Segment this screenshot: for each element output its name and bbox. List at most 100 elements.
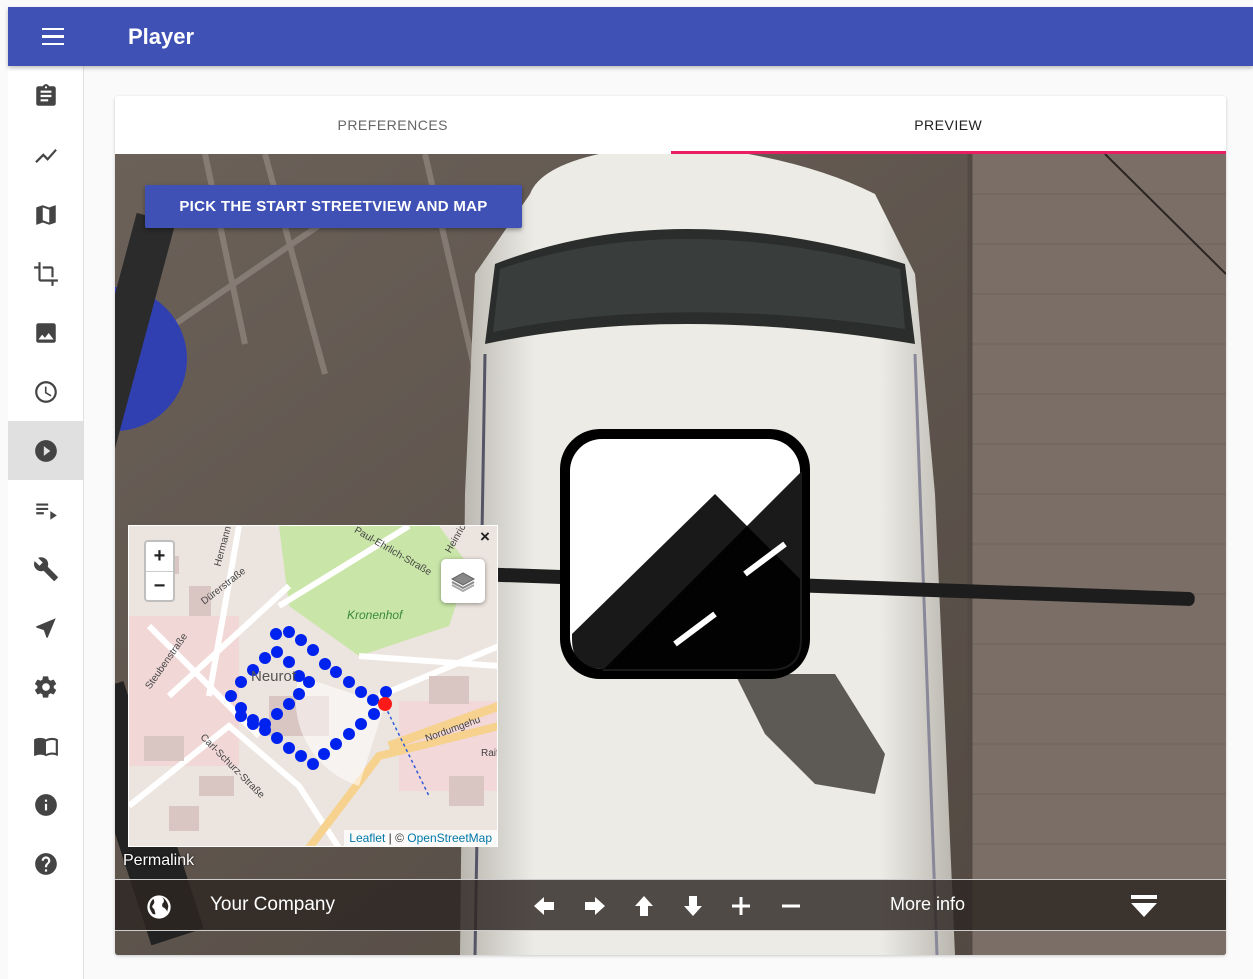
map-close-button[interactable]: × xyxy=(476,527,494,546)
move-left-button[interactable] xyxy=(530,892,558,920)
route-point[interactable] xyxy=(271,708,283,720)
help-icon xyxy=(35,852,57,875)
arrow-up-icon xyxy=(635,896,653,916)
zoom-in-button[interactable] xyxy=(727,892,755,920)
route-point[interactable] xyxy=(367,694,379,706)
hamburger-menu-icon[interactable] xyxy=(8,7,98,66)
route-point[interactable] xyxy=(259,652,271,664)
clipboard-icon xyxy=(36,84,56,106)
gear-icon xyxy=(34,675,57,698)
route-point[interactable] xyxy=(283,626,295,638)
play-circle-icon xyxy=(35,439,57,462)
image-icon xyxy=(36,322,56,343)
sidebar-item-player[interactable] xyxy=(8,421,84,480)
sidebar-item-clipboard[interactable] xyxy=(8,66,84,126)
sidebar-item-docs[interactable] xyxy=(8,716,84,775)
map-attribution: Leaflet | © OpenStreetMap xyxy=(344,830,497,846)
route-point[interactable] xyxy=(295,634,307,646)
route-point[interactable] xyxy=(293,688,305,700)
route-point[interactable] xyxy=(343,728,355,740)
info-icon xyxy=(35,793,57,816)
page-title: Player xyxy=(128,23,195,49)
move-down-button[interactable] xyxy=(679,892,707,920)
route-point[interactable] xyxy=(295,750,307,762)
arrow-down-icon xyxy=(684,896,702,916)
route-point[interactable] xyxy=(235,676,247,688)
route-point[interactable] xyxy=(330,738,342,750)
route-point[interactable] xyxy=(247,718,259,730)
map-label-place: Kronenhof xyxy=(347,608,403,622)
move-right-button[interactable] xyxy=(581,892,609,920)
route-point[interactable] xyxy=(283,656,295,668)
route-point[interactable] xyxy=(318,748,330,760)
more-info-button[interactable]: More info xyxy=(890,894,965,915)
layers-icon xyxy=(450,572,476,593)
route-point[interactable] xyxy=(270,628,282,640)
sidebar-item-navigation[interactable] xyxy=(8,598,84,657)
collapse-panel-button[interactable] xyxy=(1129,893,1159,924)
leaflet-link[interactable]: Leaflet xyxy=(349,831,385,845)
route-point[interactable] xyxy=(271,646,283,658)
sidebar-item-help[interactable] xyxy=(8,834,84,893)
map-layers-button[interactable] xyxy=(441,559,485,603)
collapse-down-icon xyxy=(1131,895,1157,917)
route-point[interactable] xyxy=(283,742,295,754)
route-point[interactable] xyxy=(225,690,237,702)
map-zoom-in-button[interactable]: + xyxy=(146,542,173,571)
route-point[interactable] xyxy=(283,698,295,710)
sidebar-item-settings[interactable] xyxy=(8,657,84,716)
globe-icon[interactable] xyxy=(145,893,173,926)
arrow-right-icon xyxy=(585,897,605,915)
book-open-icon xyxy=(34,737,58,756)
sidebar-item-about[interactable] xyxy=(8,775,84,834)
move-up-button[interactable] xyxy=(630,892,658,920)
map-zoom-control: + − xyxy=(144,540,175,602)
route-point[interactable] xyxy=(259,718,271,730)
playlist-icon xyxy=(36,503,57,520)
route-point[interactable] xyxy=(319,658,331,670)
route-point[interactable] xyxy=(330,666,342,678)
map-label-district: Neurot xyxy=(251,668,297,685)
pick-start-streetview-button[interactable]: PICK THE START STREETVIEW AND MAP xyxy=(145,185,522,228)
route-point[interactable] xyxy=(307,758,319,770)
route-point[interactable] xyxy=(380,686,392,698)
chart-line-icon xyxy=(35,148,57,163)
route-point[interactable] xyxy=(303,676,315,688)
route-point[interactable] xyxy=(343,676,355,688)
tab-preview[interactable]: PREVIEW xyxy=(671,96,1227,154)
company-name: Your Company xyxy=(210,894,335,915)
sidebar-nav xyxy=(8,66,84,979)
route-point[interactable] xyxy=(271,732,283,744)
sidebar-item-tools[interactable] xyxy=(8,539,84,598)
route-point[interactable] xyxy=(368,708,380,720)
sidebar-item-images[interactable] xyxy=(8,303,84,362)
sidebar-item-statistics[interactable] xyxy=(8,126,84,185)
map-zoom-out-button[interactable]: − xyxy=(146,571,173,600)
minimap[interactable]: Hermann-B Dürerstraße Paul-Ehrlich-Straß… xyxy=(128,525,498,847)
tab-preferences[interactable]: PREFERENCES xyxy=(115,96,671,154)
current-position-marker xyxy=(378,697,392,711)
sidebar-item-map[interactable] xyxy=(8,185,84,244)
app-toolbar: Player xyxy=(8,7,1253,66)
route-point[interactable] xyxy=(307,644,319,656)
plus-icon xyxy=(732,897,750,915)
arrow-left-icon xyxy=(534,897,554,915)
sidebar-item-playlist[interactable] xyxy=(8,480,84,539)
map-label-street: Raif xyxy=(481,748,498,759)
openstreetmap-link[interactable]: OpenStreetMap xyxy=(407,831,492,845)
crop-icon xyxy=(34,261,58,286)
permalink-link[interactable]: Permalink xyxy=(123,852,194,870)
route-point[interactable] xyxy=(235,710,247,722)
streetview-viewer[interactable]: PICK THE START STREETVIEW AND MAP Herman… xyxy=(115,154,1226,955)
route-point[interactable] xyxy=(355,686,367,698)
sidebar-item-history[interactable] xyxy=(8,362,84,421)
wrench-icon xyxy=(34,556,58,581)
navigation-icon xyxy=(36,617,56,638)
attribution-separator: | © xyxy=(385,831,408,845)
sidebar-item-crop[interactable] xyxy=(8,244,84,303)
player-control-bar: Your Company More info xyxy=(115,879,1226,931)
zoom-out-button[interactable] xyxy=(777,892,805,920)
map-icon xyxy=(36,204,56,225)
clock-icon xyxy=(35,380,57,403)
route-point[interactable] xyxy=(355,718,367,730)
